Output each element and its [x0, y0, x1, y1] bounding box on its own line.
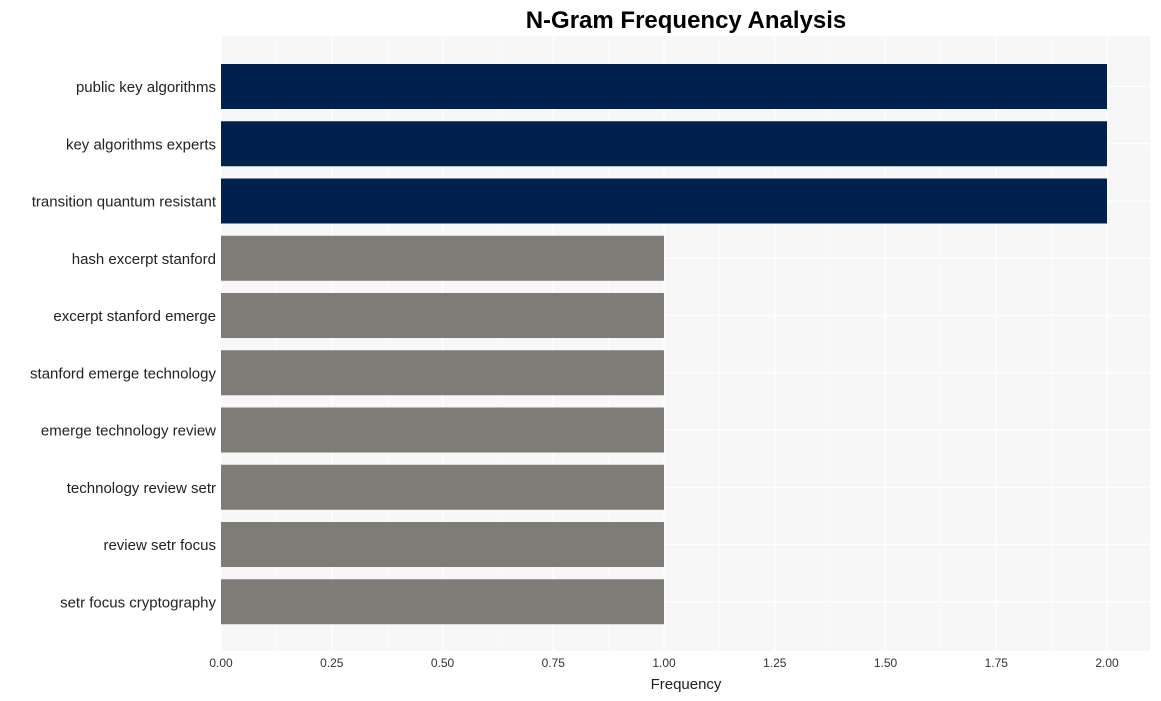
x-axis-ticks: 0.00 0.25 0.50 0.75 1.00 1.25 1.50 1.75 2.00: [209, 656, 1119, 670]
bar: [221, 522, 664, 567]
x-tick-label: 0.00: [209, 656, 233, 670]
chart-title: N-Gram Frequency Analysis: [526, 7, 847, 34]
x-tick-label: 0.50: [431, 656, 455, 670]
y-tick-label: public key algorithms: [76, 79, 216, 96]
x-axis-label: Frequency: [651, 676, 722, 693]
y-tick-label: emerge technology review: [41, 423, 216, 440]
y-tick-label: review setr focus: [103, 537, 216, 554]
y-axis-labels: public key algorithms key algorithms expe…: [30, 79, 217, 611]
y-tick-label: technology review setr: [67, 480, 216, 497]
x-tick-label: 1.25: [763, 656, 787, 670]
ngram-bar-chart: public key algorithms key algorithms expe…: [30, 7, 1150, 693]
bar: [221, 178, 1107, 224]
x-tick-label: 0.25: [320, 656, 344, 670]
y-tick-label: stanford emerge technology: [30, 365, 216, 382]
y-tick-label: hash excerpt stanford: [72, 251, 216, 268]
y-tick-label: key algorithms experts: [66, 136, 216, 153]
bar: [221, 579, 664, 625]
x-tick-label: 0.75: [542, 656, 566, 670]
bar: [221, 235, 664, 281]
bar: [221, 293, 664, 338]
x-tick-label: 1.50: [874, 656, 898, 670]
bar: [221, 350, 664, 396]
bar: [221, 407, 664, 453]
y-tick-label: setr focus cryptography: [60, 594, 216, 611]
x-tick-label: 1.75: [985, 656, 1009, 670]
bar: [221, 464, 664, 510]
x-tick-label: 1.00: [652, 656, 676, 670]
y-tick-label: transition quantum resistant: [32, 194, 217, 211]
bar: [221, 64, 1107, 109]
y-tick-label: excerpt stanford emerge: [53, 308, 216, 325]
bar: [221, 121, 1107, 167]
x-tick-label: 2.00: [1095, 656, 1119, 670]
